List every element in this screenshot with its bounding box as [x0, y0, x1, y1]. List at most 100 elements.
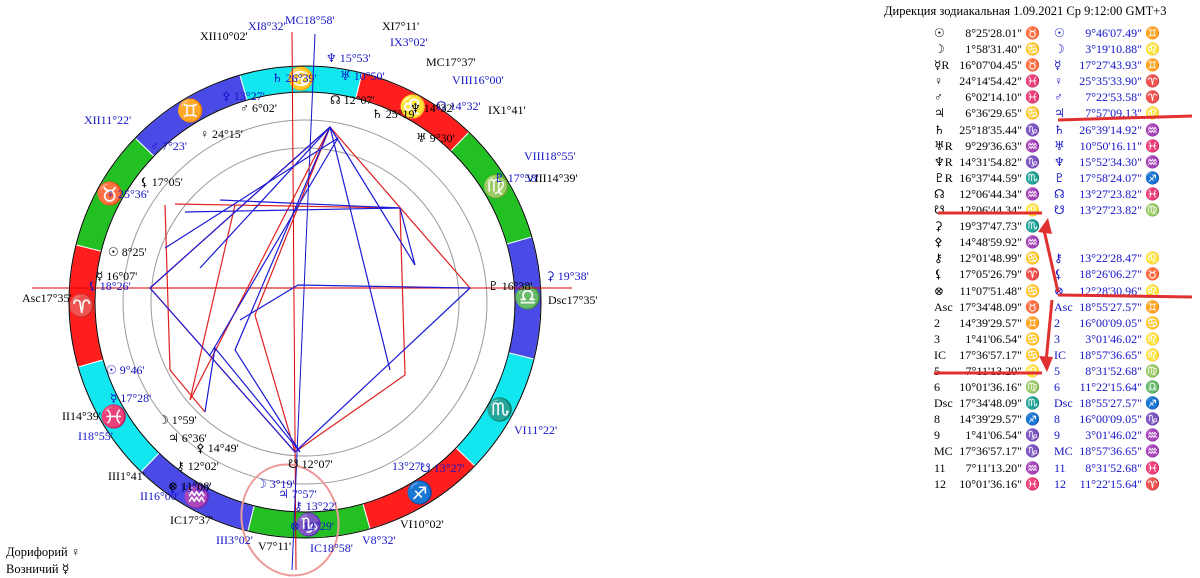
house-cusp-label: II14°39' — [62, 409, 101, 423]
natal-glyph: MC — [934, 444, 953, 459]
natal-value: 1°41'06.54" ♑ — [965, 428, 1040, 443]
directed-value: 11°22'15.64" ♈ — [1079, 476, 1160, 491]
house-cusp-label: VIII16°00' — [452, 73, 504, 87]
directed-planet-label: ♂ 7°23' — [150, 139, 187, 153]
natal-glyph: 8 — [934, 412, 940, 427]
natal-glyph: Dsc — [934, 396, 953, 411]
natal-planet-label: ⚸ 17°05' — [140, 175, 183, 189]
directed-glyph: ☉ — [1054, 26, 1065, 40]
natal-planet-label: ♇ 16°38' — [488, 279, 533, 293]
natal-row: ☿R 16°07'04.45" ♉ — [934, 57, 1040, 73]
house-cusp-label: IC18°58' — [310, 541, 353, 555]
natal-value: 10°01'36.16" ♓ — [959, 476, 1040, 491]
directed-planet-label: ☿ 17°28' — [110, 391, 151, 405]
directed-glyph: 12 — [1054, 476, 1066, 491]
zodiac-sign-icon: ♈ — [68, 293, 95, 318]
directed-planet-label: ⊗ 12°29' — [290, 519, 334, 533]
directed-value: 9°46'07.49" ♊ — [1085, 26, 1160, 40]
directed-value: 3°19'10.88" ♌ — [1085, 42, 1160, 57]
natal-value: 7°11'13.20" ♒ — [965, 460, 1040, 475]
arrow-to-node — [1042, 229, 1060, 293]
directed-planet-label: ♆ 15°53' — [326, 51, 371, 65]
natal-row: ☉ 8°25'28.01" ♉ — [934, 25, 1040, 41]
house-cusp-label: VIII18°55' — [524, 149, 576, 163]
directed-glyph: 9 — [1054, 428, 1060, 443]
natal-planet-label: ⚷ 12°02' — [176, 459, 219, 473]
natal-value: 16°07'04.45" ♉ — [959, 58, 1040, 73]
directed-glyph: ☽ — [1054, 42, 1065, 57]
directed-value: 3°01'46.02" ♒ — [1085, 428, 1160, 443]
house-cusp-label: IC17°37' — [170, 513, 213, 527]
footer-label-2: Возничий — [6, 562, 59, 576]
natal-planet-label: ⊗ 11°08' — [168, 479, 212, 493]
directed-value: 25°35'33.90" ♈ — [1079, 74, 1160, 89]
house-cusp-label: VI11°22' — [514, 423, 557, 437]
natal-row: 9 1°41'06.54" ♑ — [934, 427, 1040, 443]
directed-row: 11 8°31'52.68" ♓ — [1054, 460, 1160, 476]
natal-row: ♀ 24°14'54.42" ♓ — [934, 73, 1040, 89]
directed-glyph: MC — [1054, 444, 1073, 459]
underline-asc — [1057, 293, 1193, 299]
arrow-to-5house — [1044, 299, 1054, 363]
house-cusp-label: XII10°02' — [200, 29, 248, 43]
directed-row: ☉ 9°46'07.49" ♊ — [1054, 25, 1160, 41]
natal-glyph: 11 — [934, 460, 946, 475]
house-cusp-label: III1°41' — [108, 469, 145, 483]
directed-planet-label: ♀ 25°36' — [106, 187, 149, 201]
natal-value: 24°14'54.42" ♓ — [959, 74, 1040, 89]
natal-planet-label: ♀ 24°15' — [200, 127, 243, 141]
directed-glyph: ♀ — [1054, 74, 1063, 89]
natal-row: 11 7°11'13.20" ♒ — [934, 460, 1040, 476]
footer-line-2: Возничий ☿ — [6, 561, 69, 577]
house-cusp-label: XI7°11' — [382, 19, 419, 33]
house-cusp-label: XI8°32' — [248, 19, 286, 33]
table-annotations — [934, 114, 1193, 375]
natal-value: 17°34'48.09" ♏ — [959, 396, 1040, 411]
natal-row: Dsc 17°34'48.09" ♏ — [934, 395, 1040, 411]
directed-row: 9 3°01'46.02" ♒ — [1054, 427, 1160, 443]
natal-planet-label: 13°27' — [392, 459, 423, 473]
natal-row: ☽ 1°58'31.40" ♋ — [934, 41, 1040, 57]
house-cusp-label: Asc17°35' — [22, 291, 72, 305]
natal-planet-label: ♂ 6°02' — [240, 101, 277, 115]
natal-planet-label: ☋ 12°07' — [288, 457, 333, 471]
directed-planet-label: ⚷ 13°22' — [294, 499, 337, 513]
natal-planet-label: ♆ 14°32' — [410, 101, 455, 115]
natal-planet-label: ♅ 9°30' — [416, 131, 455, 145]
directed-row: 12 11°22'15.64" ♈ — [1054, 476, 1160, 492]
natal-glyph: 12 — [934, 476, 946, 491]
directed-value: 18°55'27.57" ♐ — [1079, 396, 1160, 411]
directed-planet-label: ♇ 17°58' — [494, 171, 539, 185]
natal-glyph: ♀ — [934, 74, 943, 89]
mercury-icon: ☿ — [61, 562, 70, 576]
natal-row: 12 10°01'36.16" ♓ — [934, 476, 1040, 492]
directed-row: MC 18°57'36.65" ♒ — [1054, 443, 1160, 459]
natal-row: MC 17°36'57.17" ♑ — [934, 443, 1040, 459]
directed-planet-label: ☋ 13°27' — [420, 461, 465, 475]
natal-planet-label: ☽ 1°59' — [158, 413, 197, 427]
venus-icon: ♀ — [70, 545, 81, 559]
underline-jupiter — [1057, 114, 1193, 122]
natal-row: 8 14°39'29.57" ♐ — [934, 411, 1040, 427]
directed-glyph: 11 — [1054, 460, 1066, 475]
natal-planet-label: ☉ 8°25' — [108, 245, 147, 259]
house-cusp-label: IX3°02' — [390, 35, 428, 49]
aspect-lines — [149, 125, 472, 453]
natal-planet-label: ☿ 16°07' — [96, 269, 137, 283]
arrow-head-up — [1038, 218, 1052, 234]
directed-planet-label: ♅ 10°50' — [340, 69, 385, 83]
natal-value: 14°39'29.57" ♐ — [959, 412, 1040, 427]
directed-row: ♀ 25°35'33.90" ♈ — [1054, 73, 1160, 89]
directed-value: 16°00'09.05" ♑ — [1079, 412, 1160, 427]
house-cusp-label: VI10°02' — [400, 517, 444, 531]
directed-planet-label: ♄ 26°39' — [272, 71, 317, 85]
natal-glyph: ☿R — [934, 58, 950, 73]
natal-planet-label: ☊ 12°07' — [330, 93, 375, 107]
arrow-head-down — [1039, 356, 1053, 372]
directed-planet-label: ⚳ 19°38' — [546, 269, 589, 283]
house-cusp-label: V7°11' — [258, 539, 291, 553]
directed-glyph: ☿ — [1054, 58, 1062, 73]
directed-glyph: Dsc — [1054, 396, 1073, 411]
natal-value: 8°25'28.01" ♉ — [965, 26, 1040, 40]
house-cusp-label: Dsc17°35' — [548, 293, 598, 307]
